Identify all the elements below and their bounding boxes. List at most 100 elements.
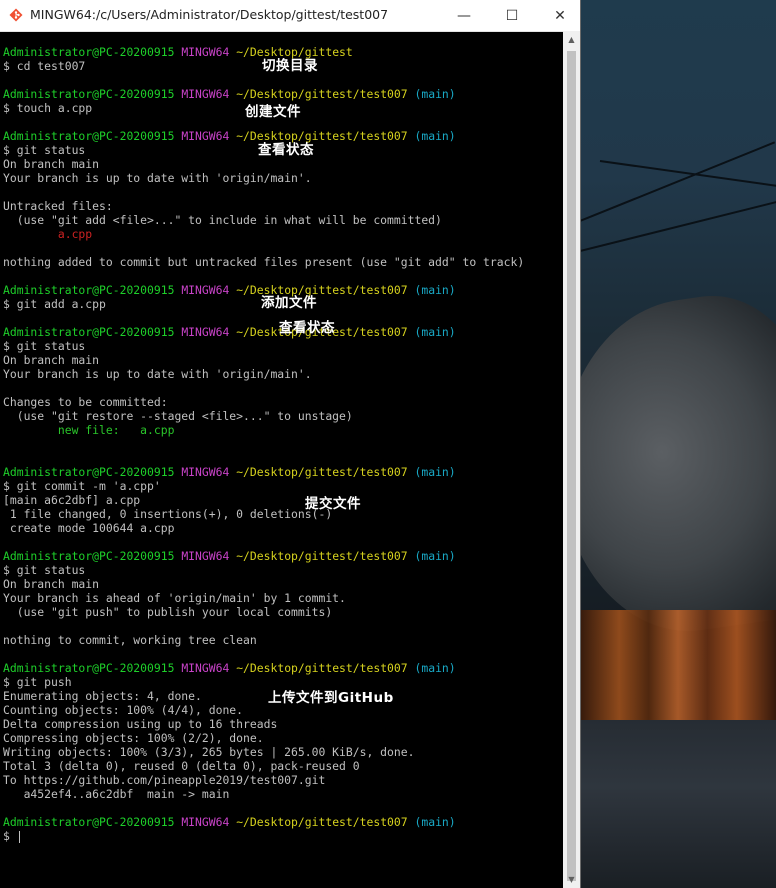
output-line: Counting objects: 100% (4/4), done. [3,703,244,717]
prompt-env: MINGW64 [181,87,230,101]
prompt-line: Administrator@PC-20200915 MINGW64 ~/Desk… [3,815,456,829]
scroll-down-icon[interactable]: ▼ [563,871,580,888]
output-line: On branch main [3,157,100,171]
prompt-env: MINGW64 [181,661,230,675]
output-line: Your branch is up to date with 'origin/m… [3,367,312,381]
output-line: $ touch a.cpp [3,101,93,115]
output-line: (use "git push" to publish your local co… [3,605,333,619]
output-line: Changes to be committed: [3,395,168,409]
output-line: 1 file changed, 0 insertions(+), 0 delet… [3,507,333,521]
annotation-note: 切换目录 [262,58,318,74]
output-line: Total 3 (delta 0), reused 0 (delta 0), p… [3,759,360,773]
annotation-note: 查看状态 [258,142,314,158]
output-line: [main a6c2dbf] a.cpp [3,493,141,507]
output-line: create mode 100644 a.cpp [3,521,175,535]
output-line: $ git status [3,143,86,157]
terminal-window[interactable]: MINGW64:/c/Users/Administrator/Desktop/g… [0,0,580,888]
prompt-path: ~/Desktop/gittest/test007 [236,815,408,829]
output-line: $ git status [3,339,86,353]
wallpaper-foreground [580,720,776,888]
prompt-branch: (main) [414,549,456,563]
prompt-user-host: Administrator@PC-20200915 [3,87,175,101]
prompt-user-host: Administrator@PC-20200915 [3,283,175,297]
prompt-path: ~/Desktop/gittest/test007 [236,87,408,101]
prompt-branch: (main) [414,815,456,829]
wallpaper-roof [580,283,776,647]
maximize-button[interactable]: ☐ [489,0,535,31]
prompt-env: MINGW64 [181,465,230,479]
prompt-env: MINGW64 [181,815,230,829]
staged-file-line: new file: a.cpp [3,423,175,437]
prompt-branch: (main) [414,283,456,297]
output-line: $ cd test007 [3,59,86,73]
minimize-icon: — [457,7,471,24]
prompt-user-host: Administrator@PC-20200915 [3,325,175,339]
prompt-line: Administrator@PC-20200915 MINGW64 ~/Desk… [3,465,456,479]
prompt-path: ~/Desktop/gittest/test007 [236,465,408,479]
prompt-user-host: Administrator@PC-20200915 [3,45,175,59]
untracked-file-line: a.cpp [3,227,93,241]
output-line: nothing to commit, working tree clean [3,633,257,647]
prompt-env: MINGW64 [181,283,230,297]
annotation-note: 添加文件 [261,295,317,311]
prompt-line: Administrator@PC-20200915 MINGW64 ~/Desk… [3,549,456,563]
annotation-note: 提交文件 [305,496,361,512]
output-line: Your branch is ahead of 'origin/main' by… [3,591,346,605]
prompt-user-host: Administrator@PC-20200915 [3,129,175,143]
git-bash-icon [9,8,23,22]
output-line: $ git commit -m 'a.cpp' [3,479,161,493]
output-line: $ git status [3,563,86,577]
wallpaper-lights [580,610,776,720]
prompt-path: ~/Desktop/gittest/test007 [236,549,408,563]
wallpaper-wire [599,160,776,190]
output-line: Delta compression using up to 16 threads [3,717,278,731]
prompt-env: MINGW64 [181,549,230,563]
annotation-note: 查看状态 [279,320,335,336]
annotation-note: 上传文件到GitHub [268,690,394,706]
output-line: Your branch is up to date with 'origin/m… [3,171,312,185]
output-line: On branch main [3,353,100,367]
prompt-user-host: Administrator@PC-20200915 [3,549,175,563]
prompt-line: Administrator@PC-20200915 MINGW64 ~/Desk… [3,325,456,339]
prompt-branch: (main) [414,129,456,143]
output-line: (use "git add <file>..." to include in w… [3,213,442,227]
output-line: Writing objects: 100% (3/3), 265 bytes |… [3,745,415,759]
prompt-line: Administrator@PC-20200915 MINGW64 ~/Desk… [3,129,456,143]
prompt-line: Administrator@PC-20200915 MINGW64 ~/Desk… [3,661,456,675]
output-line: $ git add a.cpp [3,297,106,311]
title-bar[interactable]: MINGW64:/c/Users/Administrator/Desktop/g… [0,0,580,32]
close-icon: ✕ [554,7,566,24]
vertical-scrollbar[interactable]: ▲ ▼ [563,31,580,888]
prompt-line: Administrator@PC-20200915 MINGW64 ~/Desk… [3,283,456,297]
desktop-wallpaper [580,0,776,888]
output-line: Compressing objects: 100% (2/2), done. [3,731,264,745]
prompt-branch: (main) [414,465,456,479]
text-cursor [18,830,20,843]
prompt-symbol: $ [3,829,17,843]
close-button[interactable]: ✕ [537,0,583,31]
prompt-env: MINGW64 [181,325,230,339]
prompt-user-host: Administrator@PC-20200915 [3,815,175,829]
prompt-user-host: Administrator@PC-20200915 [3,465,175,479]
maximize-icon: ☐ [505,7,519,24]
prompt-branch: (main) [414,661,456,675]
prompt-env: MINGW64 [181,45,230,59]
minimize-button[interactable]: — [441,0,487,31]
output-line: Untracked files: [3,199,113,213]
terminal-output[interactable]: Administrator@PC-20200915 MINGW64 ~/Desk… [0,31,563,888]
prompt-branch: (main) [414,325,456,339]
prompt-path: ~/Desktop/gittest/test007 [236,661,408,675]
scroll-up-icon[interactable]: ▲ [563,31,580,48]
scroll-thumb[interactable] [567,51,576,881]
prompt-user-host: Administrator@PC-20200915 [3,661,175,675]
prompt-line: Administrator@PC-20200915 MINGW64 ~/Desk… [3,87,456,101]
annotation-note: 创建文件 [245,104,301,120]
prompt-branch: (main) [414,87,456,101]
output-line: To https://github.com/pineapple2019/test… [3,773,326,787]
output-line: nothing added to commit but untracked fi… [3,255,525,269]
prompt-env: MINGW64 [181,129,230,143]
output-line: On branch main [3,577,100,591]
input-line: $ [3,829,20,843]
output-line: a452ef4..a6c2dbf main -> main [3,787,230,801]
output-line: $ git push [3,675,72,689]
